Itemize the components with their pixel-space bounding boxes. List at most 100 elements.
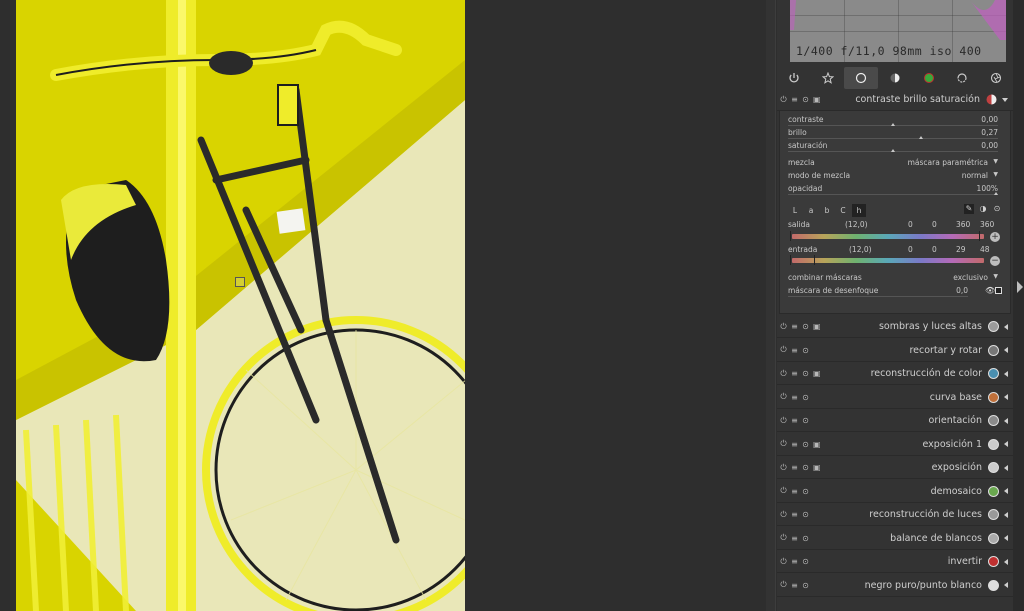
- tab-favorites[interactable]: [811, 67, 845, 89]
- slider-saturacion[interactable]: saturación 0,00: [788, 141, 998, 153]
- instance-icon[interactable]: ▣: [813, 322, 821, 331]
- module-header-invertir[interactable]: ⏻ ≡ ⊙ invertir: [777, 551, 1013, 573]
- presets-icon[interactable]: ≡: [791, 322, 798, 331]
- dropdown-combinar-mascaras[interactable]: combinar máscaras exclusivo ▼: [788, 273, 998, 285]
- salida-gradient-slider[interactable]: [792, 234, 984, 239]
- entrada-marker-left[interactable]: [790, 255, 791, 265]
- presets-icon[interactable]: ≡: [791, 581, 798, 590]
- slider-knob[interactable]: [891, 123, 895, 126]
- dropdown-modo-de-mezcla[interactable]: modo de mezcla normal ▼: [788, 171, 998, 183]
- tab-basic[interactable]: [844, 67, 879, 89]
- slider-contraste[interactable]: contraste 0,00: [788, 115, 998, 127]
- entrada-gradient-slider[interactable]: [792, 258, 984, 263]
- expand-arrow-icon[interactable]: [1004, 464, 1008, 471]
- power-icon[interactable]: ⏻: [780, 95, 787, 105]
- presets-icon[interactable]: ≡: [791, 416, 798, 425]
- module-header-exposici-n[interactable]: ⏻ ≡ ⊙ ▣ exposición: [777, 457, 1013, 479]
- slider-opacidad[interactable]: opacidad 100%: [788, 184, 998, 196]
- expand-arrow-icon[interactable]: [1004, 394, 1008, 400]
- add-icon[interactable]: +: [990, 232, 1000, 242]
- module-header-reconstrucci-n-de-luces[interactable]: ⏻ ≡ ⊙ reconstrucción de luces: [777, 504, 1013, 526]
- histogram[interactable]: 1/400 f/11,0 98mm iso 400: [790, 0, 1006, 62]
- expand-arrow-icon[interactable]: [1004, 417, 1008, 424]
- presets-icon[interactable]: ≡: [791, 393, 798, 402]
- tab-correction[interactable]: [946, 67, 980, 89]
- slider-knob[interactable]: [919, 136, 924, 139]
- reset-icon[interactable]: ⊙: [802, 463, 809, 472]
- expand-panel-arrow-icon[interactable]: [1017, 281, 1023, 293]
- tab-channel-L[interactable]: L: [788, 204, 802, 217]
- module-header-orientaci-n[interactable]: ⏻ ≡ ⊙ orientación: [777, 410, 1013, 432]
- instance-icon[interactable]: ▣: [813, 369, 821, 378]
- expand-arrow-icon[interactable]: [1004, 488, 1008, 494]
- reset-icon[interactable]: ⊙: [802, 557, 809, 566]
- presets-icon[interactable]: ≡: [791, 487, 798, 496]
- presets-icon[interactable]: ≡: [791, 463, 798, 472]
- remove-icon[interactable]: −: [990, 256, 1000, 266]
- power-icon[interactable]: ⏻: [780, 486, 787, 496]
- expand-arrow-icon[interactable]: [1004, 441, 1008, 447]
- module-header-sombras-y-luces-altas[interactable]: ⏻ ≡ ⊙ ▣ sombras y luces altas: [777, 316, 1013, 338]
- slider-knob[interactable]: [891, 149, 895, 152]
- power-icon[interactable]: ⏻: [780, 580, 787, 590]
- tab-color[interactable]: [912, 67, 946, 89]
- power-icon[interactable]: ⏻: [780, 463, 787, 473]
- power-icon[interactable]: ⏻: [780, 322, 787, 332]
- tab-channel-C[interactable]: C: [836, 204, 850, 217]
- module-header-recortar-y-rotar[interactable]: ⏻ ≡ ⊙ recortar y rotar: [777, 340, 1013, 362]
- instance-icon[interactable]: ▣: [813, 95, 821, 104]
- reset-mask-icon[interactable]: ⊙: [992, 204, 1002, 214]
- module-header-negro-puro-punto-blanco[interactable]: ⏻ ≡ ⊙ negro puro/punto blanco: [777, 575, 1013, 597]
- power-icon[interactable]: ⏻: [780, 345, 787, 355]
- power-icon[interactable]: ⏻: [780, 557, 787, 567]
- instance-icon[interactable]: ▣: [813, 440, 821, 449]
- expand-arrow-icon[interactable]: [1004, 535, 1008, 541]
- reset-icon[interactable]: ⊙: [802, 534, 809, 543]
- reset-icon[interactable]: ⊙: [802, 369, 809, 378]
- reset-icon[interactable]: ⊙: [802, 346, 809, 355]
- module-header-balance-de-blancos[interactable]: ⏻ ≡ ⊙ balance de blancos: [777, 528, 1013, 550]
- module-header-contraste-brillo-saturacion[interactable]: ⏻ ≡ ⊙ ▣ contraste brillo saturación: [777, 89, 1013, 111]
- tab-channel-h[interactable]: h: [852, 204, 866, 217]
- instance-icon[interactable]: ▣: [813, 463, 821, 472]
- reset-icon[interactable]: ⊙: [802, 322, 809, 331]
- reset-icon[interactable]: ⊙: [802, 393, 809, 402]
- expand-arrow-icon[interactable]: [1004, 558, 1008, 565]
- slider-mascara-de-desenfoque[interactable]: máscara de desenfoque 0,0: [788, 286, 968, 298]
- power-icon[interactable]: ⏻: [780, 439, 787, 449]
- presets-icon[interactable]: ≡: [791, 534, 798, 543]
- module-header-curva-base[interactable]: ⏻ ≡ ⊙ curva base: [777, 387, 1013, 409]
- tab-active-modules[interactable]: [777, 67, 811, 89]
- presets-icon[interactable]: ≡: [791, 557, 798, 566]
- salida-marker-right[interactable]: [979, 231, 980, 241]
- collapse-arrow-icon[interactable]: [1002, 97, 1008, 102]
- presets-icon[interactable]: ≡: [791, 510, 798, 519]
- salida-marker-left[interactable]: [790, 231, 791, 241]
- slider-knob[interactable]: [994, 192, 998, 195]
- presets-icon[interactable]: ≡: [791, 369, 798, 378]
- expand-arrow-icon[interactable]: [1004, 323, 1008, 330]
- expand-arrow-icon[interactable]: [1004, 582, 1008, 588]
- power-icon[interactable]: ⏻: [780, 533, 787, 543]
- tab-channel-a[interactable]: a: [804, 204, 818, 217]
- display-mask-icon[interactable]: [995, 287, 1002, 294]
- dropdown-mezcla[interactable]: mezcla máscara paramétrica ▼: [788, 158, 998, 170]
- tab-effects[interactable]: [979, 67, 1013, 89]
- reset-icon[interactable]: ⊙: [802, 440, 809, 449]
- image-canvas[interactable]: [0, 0, 760, 611]
- show-mask-icon[interactable]: 👁: [985, 286, 995, 295]
- tab-channel-b[interactable]: b: [820, 204, 834, 217]
- reset-icon[interactable]: ⊙: [802, 95, 809, 104]
- invert-mask-icon[interactable]: ◑: [978, 204, 988, 214]
- edited-photo[interactable]: [16, 0, 465, 611]
- tab-tone[interactable]: [878, 67, 912, 89]
- power-icon[interactable]: ⏻: [780, 416, 787, 426]
- presets-icon[interactable]: ≡: [791, 440, 798, 449]
- presets-icon[interactable]: ≡: [791, 95, 798, 104]
- reset-icon[interactable]: ⊙: [802, 416, 809, 425]
- module-header-demosaico[interactable]: ⏻ ≡ ⊙ demosaico: [777, 481, 1013, 503]
- power-icon[interactable]: ⏻: [780, 369, 787, 379]
- module-header-reconstrucci-n-de-color[interactable]: ⏻ ≡ ⊙ ▣ reconstrucción de color: [777, 363, 1013, 385]
- expand-arrow-icon[interactable]: [1004, 370, 1008, 377]
- entrada-marker-right[interactable]: [814, 255, 815, 265]
